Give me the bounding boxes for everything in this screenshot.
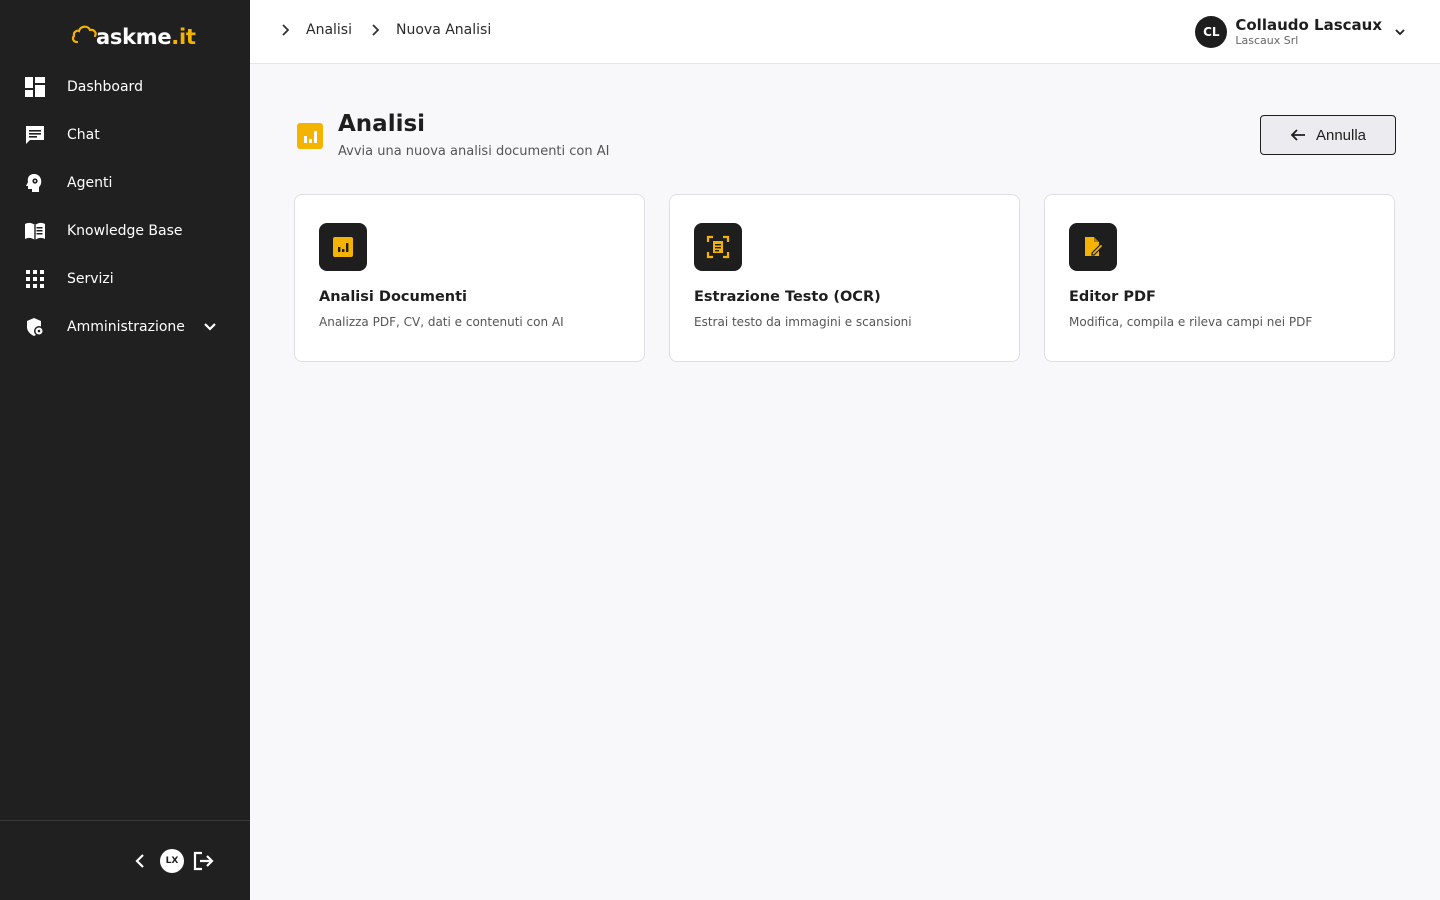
sidebar-item-servizi[interactable]: Servizi: [0, 255, 250, 303]
card-title: Editor PDF: [1069, 289, 1156, 305]
breadcrumb: Analisi Nuova Analisi: [280, 22, 509, 38]
logo-wordmark: askme.it: [96, 25, 196, 49]
user-menu[interactable]: CL Collaudo Lascaux Lascaux Srl: [1195, 16, 1408, 48]
user-info: Collaudo Lascaux Lascaux Srl: [1235, 16, 1382, 48]
chat-icon: [24, 124, 46, 146]
analytics-icon: [319, 223, 367, 271]
top-bar: Analisi Nuova Analisi CL Collaudo Lascau…: [250, 0, 1440, 64]
card-editor-pdf[interactable]: Editor PDF Modifica, compila e rileva ca…: [1044, 194, 1395, 362]
logout-icon[interactable]: [192, 849, 216, 873]
sidebar: askme.it Dashboard Chat Agenti Knowledge…: [0, 0, 250, 900]
brand-badge[interactable]: LX: [160, 849, 184, 873]
sidebar-item-chat[interactable]: Chat: [0, 111, 250, 159]
sidebar-footer: LX: [0, 820, 250, 900]
sidebar-item-label: Chat: [67, 127, 100, 143]
cancel-button[interactable]: Annulla: [1260, 115, 1396, 155]
askme-logo[interactable]: askme.it: [70, 18, 196, 50]
breadcrumb-item-nuova-analisi: Nuova Analisi: [396, 22, 492, 38]
card-description: Modifica, compila e rileva campi nei PDF: [1069, 315, 1313, 329]
admin-shield-icon: [24, 316, 46, 338]
ocr-scan-icon: [694, 223, 742, 271]
sidebar-item-dashboard[interactable]: Dashboard: [0, 63, 250, 111]
user-org: Lascaux Srl: [1235, 34, 1299, 47]
analysis-options: Analisi Documenti Analizza PDF, CV, dati…: [294, 194, 1395, 362]
sidebar-item-amministrazione[interactable]: Amministrazione: [0, 303, 250, 351]
chevron-right-icon: [370, 22, 386, 38]
logo-prefix: askme: [96, 25, 172, 49]
logo-suffix: .it: [171, 25, 196, 49]
sidebar-item-knowledge-base[interactable]: Knowledge Base: [0, 207, 250, 255]
page-subtitle: Avvia una nuova analisi documenti con AI: [338, 144, 610, 159]
card-analisi-documenti[interactable]: Analisi Documenti Analizza PDF, CV, dati…: [294, 194, 645, 362]
page-header: Analisi Avvia una nuova analisi document…: [296, 110, 609, 159]
sidebar-nav: Dashboard Chat Agenti Knowledge Base Ser…: [0, 63, 250, 351]
user-name: Collaudo Lascaux: [1235, 16, 1382, 34]
sidebar-item-label: Dashboard: [67, 79, 143, 95]
avatar: CL: [1195, 16, 1228, 48]
grid-icon: [24, 268, 46, 290]
sidebar-item-label: Knowledge Base: [67, 223, 183, 239]
book-icon: [24, 220, 46, 242]
breadcrumb-item-analisi[interactable]: Analisi: [306, 22, 352, 38]
sidebar-item-agenti[interactable]: Agenti: [0, 159, 250, 207]
arrow-left-icon: [1290, 127, 1306, 143]
page-title: Analisi: [338, 111, 426, 137]
dashboard-icon: [24, 76, 46, 98]
sidebar-item-label: Servizi: [67, 271, 114, 287]
chevron-right-icon: [280, 22, 296, 38]
sidebar-item-label: Amministrazione: [67, 319, 185, 335]
agent-head-icon: [24, 172, 46, 194]
sidebar-item-label: Agenti: [67, 175, 113, 191]
edit-document-icon: [1069, 223, 1117, 271]
card-description: Analizza PDF, CV, dati e contenuti con A…: [319, 315, 564, 329]
chevron-left-icon[interactable]: [128, 849, 152, 873]
card-estrazione-testo[interactable]: Estrazione Testo (OCR) Estrai testo da i…: [669, 194, 1020, 362]
brand-badge-text: LX: [160, 849, 184, 873]
chevron-down-icon[interactable]: [203, 319, 219, 335]
card-title: Analisi Documenti: [319, 289, 468, 305]
card-description: Estrai testo da immagini e scansioni: [694, 315, 912, 329]
card-title: Estrazione Testo (OCR): [694, 289, 881, 305]
chevron-down-icon: [1394, 25, 1408, 39]
cancel-button-label: Annulla: [1315, 126, 1367, 144]
analytics-icon: [296, 122, 324, 150]
